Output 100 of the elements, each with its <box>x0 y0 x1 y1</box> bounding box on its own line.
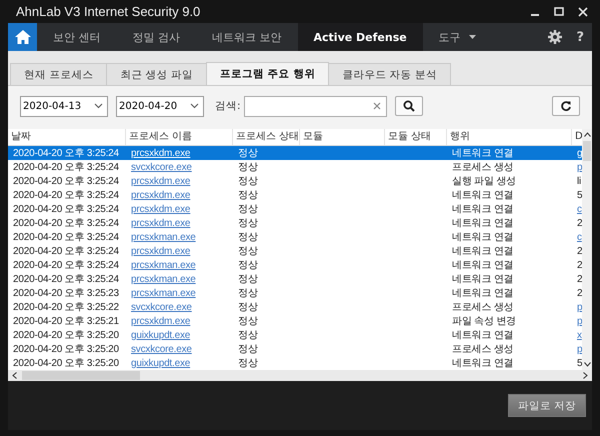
table-row[interactable]: 2020-04-20 오후 3:25:21 prcsxkdm.exe 정상 파일 속성 변경 p <box>8 314 582 328</box>
table-link[interactable]: c <box>577 204 582 214</box>
table-row[interactable]: 2020-04-20 오후 3:25:23 prcsxkman.exe 정상 네트워크 연결 2 <box>8 286 582 300</box>
process-link[interactable]: svcxkcore.exe <box>131 162 192 172</box>
search-field[interactable] <box>244 96 387 116</box>
process-link[interactable]: prcsxkman.exe <box>131 232 196 242</box>
table-row[interactable]: 2020-04-20 오후 3:25:24 prcsxkdm.exe 정상 실행 파일 생성 li <box>8 174 582 188</box>
table-row[interactable]: 2020-04-20 오후 3:25:24 prcsxkdm.exe 정상 네트워크 연결 2 <box>8 216 582 230</box>
nav-tab[interactable]: 정밀 검사 <box>116 23 196 51</box>
column-header[interactable]: 날짜 <box>8 129 126 145</box>
process-link[interactable]: guixkupdt.exe <box>131 358 190 368</box>
table-cell-text: 네트워크 연결 <box>451 147 514 160</box>
table-row[interactable]: 2020-04-20 오후 3:25:20 guixkupdt.exe 정상 네트워크 연결 5 <box>8 356 582 370</box>
table-row[interactable]: 2020-04-20 오후 3:25:24 prcsxkman.exe 정상 네트워크 연결 2 <box>8 272 582 286</box>
table-row[interactable]: 2020-04-20 오후 3:25:24 prcsxkdm.exe 정상 네트워크 연결 5 <box>8 188 582 202</box>
chevron-down-icon <box>94 103 103 109</box>
process-link[interactable]: svcxkcore.exe <box>131 302 192 312</box>
table-link[interactable]: p <box>577 162 582 172</box>
table-link[interactable]: g <box>577 148 582 158</box>
table-cell-text: 2020-04-20 오후 3:25:20 <box>12 343 120 356</box>
process-link[interactable]: prcsxkman.exe <box>131 260 196 270</box>
table-row[interactable]: 2020-04-20 오후 3:25:24 prcsxkman.exe 정상 네트워크 연결 2 <box>8 258 582 272</box>
search-button[interactable] <box>394 96 423 116</box>
scroll-down-icon[interactable] <box>584 362 590 367</box>
table-link[interactable]: x <box>577 330 582 340</box>
home-button[interactable] <box>8 23 37 51</box>
table-row[interactable]: 2020-04-20 오후 3:25:20 svcxkcore.exe 정상 프로세스 생성 p <box>8 342 582 356</box>
table-link[interactable]: p <box>577 302 582 312</box>
process-link[interactable]: prcsxkdm.exe <box>131 204 190 214</box>
process-link[interactable]: prcsxkdm.exe <box>131 246 190 256</box>
scroll-thumb[interactable] <box>583 141 591 161</box>
tab[interactable]: 클라우드 자동 분석 <box>328 63 452 85</box>
column-header[interactable]: D <box>572 129 582 145</box>
table-row[interactable]: 2020-04-20 오후 3:25:24 svcxkcore.exe 정상 프로세스 생성 p <box>8 160 582 174</box>
table-row[interactable]: 2020-04-20 오후 3:25:20 guixkupdt.exe 정상 네트워크 연결 x <box>8 328 582 342</box>
nav-tab[interactable]: 네트워크 보안 <box>196 23 298 51</box>
table-cell-text: 실행 파일 생성 <box>451 175 517 188</box>
table-row[interactable]: 2020-04-20 오후 3:25:24 prcsxkdm.exe 정상 네트워크 연결 2 <box>8 244 582 258</box>
table-cell: 2 <box>577 260 582 270</box>
horizontal-scrollbar[interactable] <box>8 370 592 381</box>
table-cell-text: 정상 <box>237 245 259 258</box>
nav-tab[interactable]: 도구 <box>422 23 492 51</box>
table-cell-text: 2020-04-20 오후 3:25:23 <box>12 287 120 300</box>
table-row[interactable]: 2020-04-20 오후 3:25:22 svcxkcore.exe 정상 프로세스 생성 p <box>8 300 582 314</box>
nav-tab[interactable]: Active Defense <box>298 23 423 51</box>
clear-icon[interactable] <box>372 102 381 110</box>
table-cell-text: 정상 <box>237 343 259 356</box>
close-icon[interactable] <box>578 6 588 16</box>
help-button[interactable]: ? <box>572 30 592 44</box>
column-header[interactable]: 프로세스 이름 <box>126 129 233 145</box>
table-link[interactable]: p <box>577 344 582 354</box>
table-cell-text: 파일 속성 변경 <box>451 315 517 328</box>
date-picker[interactable]: 2020-04-20 <box>116 96 204 116</box>
table-row[interactable]: 2020-04-20 오후 3:25:24 prcsxkdm.exe 정상 네트워크 연결 g <box>8 146 582 160</box>
process-link[interactable]: prcsxkman.exe <box>131 274 196 284</box>
table-cell-text: 2020-04-20 오후 3:25:24 <box>12 273 120 286</box>
refresh-button[interactable] <box>552 96 580 116</box>
date-picker[interactable]: 2020-04-13 <box>20 96 108 116</box>
process-link[interactable]: svcxkcore.exe <box>131 344 192 354</box>
search-icon <box>402 100 415 112</box>
process-link[interactable]: prcsxkdm.exe <box>131 218 190 228</box>
nav-tab[interactable]: 보안 센터 <box>37 23 116 51</box>
tab[interactable]: 최근 생성 파일 <box>106 63 208 85</box>
table-row[interactable]: 2020-04-20 오후 3:25:24 prcsxkman.exe 정상 네트워크 연결 c <box>8 230 582 244</box>
table-cell-text: 정상 <box>237 147 259 160</box>
table-cell-text: 네트워크 연결 <box>451 189 514 202</box>
process-link[interactable]: prcsxkdm.exe <box>131 316 190 326</box>
table-link[interactable]: c <box>577 232 582 242</box>
table-cell-text: 2020-04-20 오후 3:25:20 <box>12 329 120 342</box>
save-file-button[interactable]: 파일로 저장 <box>508 394 586 417</box>
scroll-up-icon[interactable] <box>584 132 590 137</box>
tab[interactable]: 프로그램 주요 행위 <box>206 62 330 85</box>
settings-icon[interactable] <box>548 30 562 44</box>
table-cell-text: 정상 <box>237 161 259 174</box>
process-link[interactable]: prcsxkdm.exe <box>131 148 190 158</box>
tab[interactable]: 현재 프로세스 <box>10 63 108 85</box>
column-header[interactable]: 프로세스 상태 <box>233 129 300 145</box>
column-header[interactable]: 모듈 상태 <box>385 129 447 145</box>
table-cell-text: 정상 <box>237 301 259 314</box>
table-cell: li <box>577 176 582 186</box>
table-cell-text: 2020-04-20 오후 3:25:24 <box>12 189 120 202</box>
process-link[interactable]: guixkupdt.exe <box>131 330 190 340</box>
table-cell: 2 <box>577 274 582 284</box>
scroll-right-icon[interactable] <box>583 372 588 379</box>
scroll-left-icon[interactable] <box>12 372 17 379</box>
column-header[interactable]: 행위 <box>447 129 572 145</box>
vertical-scrollbar[interactable] <box>582 129 592 370</box>
process-link[interactable]: prcsxkdm.exe <box>131 190 190 200</box>
column-header[interactable]: 모듈 <box>300 129 385 145</box>
table-link[interactable]: p <box>577 316 582 326</box>
process-link[interactable]: prcsxkdm.exe <box>131 176 190 186</box>
table-cell-text: 정상 <box>237 189 259 202</box>
table-cell-text: 네트워크 연결 <box>451 329 514 342</box>
maximize-icon[interactable] <box>554 6 564 16</box>
scroll-thumb[interactable] <box>22 371 140 380</box>
table-cell-text: 네트워크 연결 <box>451 273 514 286</box>
table-row[interactable]: 2020-04-20 오후 3:25:24 prcsxkdm.exe 정상 네트워크 연결 c <box>8 202 582 216</box>
table-cell-text: 정상 <box>237 329 259 342</box>
table-cell-text: 2020-04-20 오후 3:25:22 <box>12 301 120 314</box>
process-link[interactable]: prcsxkman.exe <box>131 288 196 298</box>
